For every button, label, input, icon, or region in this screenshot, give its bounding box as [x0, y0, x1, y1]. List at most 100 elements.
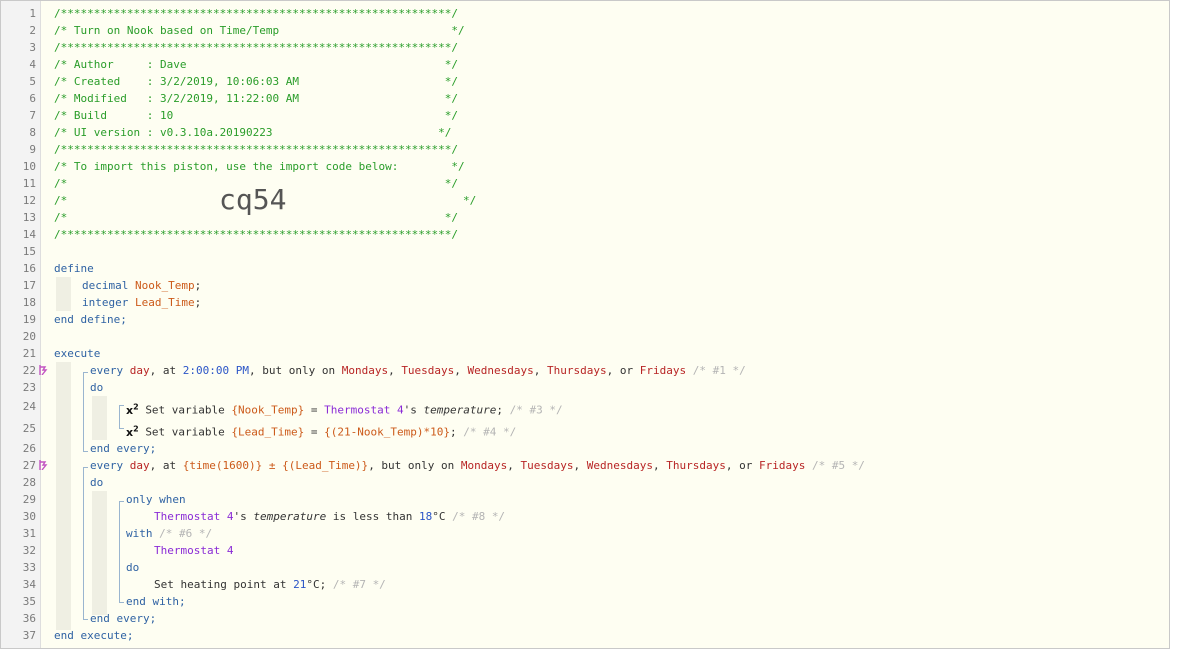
unit-celsius: °C: [432, 510, 446, 523]
line-number: 36: [22, 612, 36, 625]
comparison-text: is less than: [332, 510, 413, 523]
equals: =: [310, 425, 318, 439]
do-keyword: do: [126, 561, 140, 574]
comment-line: /* */: [54, 211, 458, 224]
expression-icon: x2: [126, 424, 139, 439]
day-thursdays: Thursdays: [547, 364, 607, 377]
expression-icon-sup: 2: [133, 424, 139, 433]
line-number: 18: [22, 296, 36, 309]
line-number: 33: [22, 561, 36, 574]
line-number: 11: [22, 177, 36, 190]
line-number: 20: [22, 330, 36, 343]
expression-icon-sup: 2: [133, 402, 139, 411]
comma: ,: [533, 364, 541, 377]
line-number: 22: [22, 364, 36, 377]
line-number: 35: [22, 595, 36, 608]
line-number: 25: [22, 422, 36, 435]
every-keyword: every: [90, 459, 124, 472]
statement-id-comment: /* #4 */: [463, 425, 517, 439]
comment-line: /***************************************…: [54, 143, 458, 156]
comment-line: /***************************************…: [54, 7, 458, 20]
comma: ,: [388, 364, 395, 377]
line-number: 5: [29, 75, 36, 88]
statement-id-comment: /* #1 */: [692, 364, 746, 377]
timer-statement-2[interactable]: every day, at {time(1600)} ± {(Lead_Time…: [90, 457, 865, 474]
comment-line: /*: [54, 192, 67, 209]
end-every-keyword: end every;: [90, 442, 157, 455]
comment-line: /* Build : 10 */: [54, 109, 458, 122]
at-text: , at: [149, 364, 177, 377]
execute-keyword: execute: [54, 347, 101, 360]
line-number: 13: [22, 211, 36, 224]
line-number: 34: [22, 578, 36, 591]
comma: ,: [454, 364, 461, 377]
line-number: 10: [22, 160, 36, 173]
line-number: 1: [29, 7, 36, 20]
day-thursdays: Thursdays: [666, 459, 726, 472]
type-decimal: decimal: [82, 279, 129, 292]
comment-line: /* Modified : 3/2/2019, 11:22:00 AM */: [54, 92, 458, 105]
line-number: 12: [22, 194, 36, 207]
line-number: 3: [29, 41, 36, 54]
comment-line: /* To import this piston, use the import…: [54, 160, 465, 173]
day-wednesdays: Wednesdays: [586, 459, 653, 472]
set-variable-text: Set variable: [145, 403, 225, 417]
comment-prefix: /*: [54, 194, 68, 207]
line-number: 28: [22, 476, 36, 489]
variable-lead-time[interactable]: Lead_Time: [135, 296, 195, 309]
line-number: 27: [22, 459, 36, 472]
interval-day: day: [129, 459, 150, 472]
line-number: 37: [22, 629, 36, 642]
end-every-keyword: end every;: [90, 612, 157, 625]
possessive: 's: [233, 510, 247, 523]
do-keyword: do: [90, 381, 104, 394]
line-number: 7: [29, 109, 36, 122]
attribute-temperature: temperature: [423, 403, 497, 417]
day-fridays: Fridays: [639, 364, 687, 377]
comment-line: /* Created : 3/2/2019, 10:06:03 AM */: [54, 75, 458, 88]
variable-ref: {Lead_Time}: [231, 425, 305, 439]
day-tuesdays: Tuesdays: [401, 364, 455, 377]
device-thermostat[interactable]: Thermostat 4: [154, 542, 233, 559]
command-text: Set heating point at: [154, 578, 287, 591]
line-number: 17: [22, 279, 36, 292]
semicolon: ;: [450, 425, 457, 439]
semicolon: ;: [496, 403, 503, 417]
line-number: 29: [22, 493, 36, 506]
define-keyword: define: [54, 262, 94, 275]
or-text: , or: [606, 364, 634, 377]
line-number: 2: [29, 24, 36, 37]
line-number: 9: [29, 143, 36, 156]
possessive: 's: [403, 403, 417, 417]
only-when-keyword: only when: [126, 493, 186, 506]
variable-nook-temp[interactable]: Nook_Temp: [135, 279, 195, 292]
unit-celsius: °C: [306, 578, 320, 591]
semicolon: ;: [194, 279, 202, 292]
comma: ,: [507, 459, 514, 472]
day-mondays: Mondays: [460, 459, 508, 472]
line-number: 32: [22, 544, 36, 557]
comma: ,: [652, 459, 660, 472]
expression-value: {(21-Nook_Temp)*10}: [324, 425, 450, 439]
attribute-temperature: temperature: [253, 510, 327, 523]
time-expression: {time(1600)} ± {(Lead_Time)}: [182, 459, 369, 472]
line-number: 6: [29, 92, 36, 105]
code-editor: 1 /**************************************…: [0, 0, 1170, 649]
equals: =: [310, 403, 318, 417]
line-number: 19: [22, 313, 36, 326]
end-with-keyword: end with;: [126, 595, 186, 608]
line-number: 4: [29, 58, 36, 71]
timer-statement-1[interactable]: every day, at 2:00:00 PM, but only on Mo…: [90, 362, 746, 379]
comment-suffix: */: [463, 194, 477, 207]
command-statement[interactable]: Set heating point at 21°C; /* #7 */: [154, 576, 386, 593]
device-thermostat: Thermostat 4: [324, 403, 404, 417]
line-number: 21: [22, 347, 36, 360]
with-keyword: with: [126, 527, 153, 540]
only-on-text: , but only on: [368, 459, 455, 472]
comment-line: /* UI version : v0.3.10a.20190223 */: [54, 126, 452, 139]
only-on-text: , but only on: [248, 364, 336, 377]
statement-id-comment: /* #6 */: [159, 527, 213, 540]
setpoint-value: 21: [293, 578, 307, 591]
condition-statement[interactable]: Thermostat 4's temperature is less than …: [154, 508, 505, 525]
line-number: 14: [22, 228, 36, 241]
